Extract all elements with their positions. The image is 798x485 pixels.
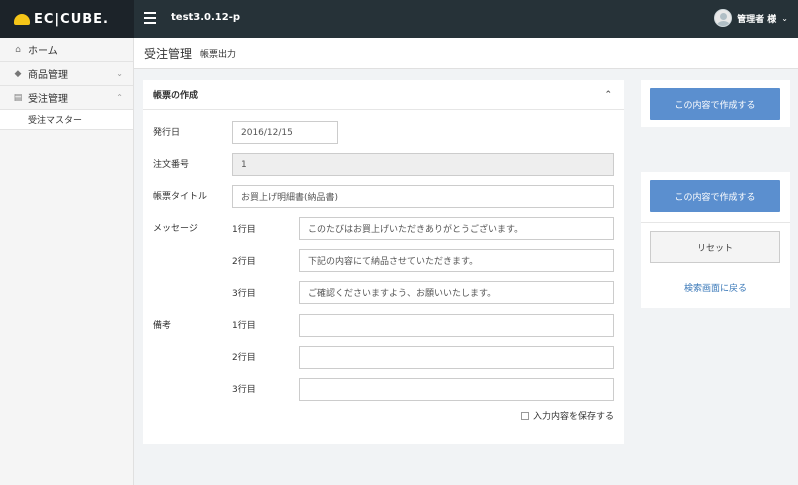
message-line2-label: 2行目 <box>232 257 256 267</box>
sidebar-item-products[interactable]: ◆ 商品管理 ⌄ <box>0 62 133 86</box>
save-input-option[interactable]: 入力内容を保存する <box>520 409 614 422</box>
sidebar-item-home[interactable]: ⌂ ホーム <box>0 38 133 62</box>
sidebar-item-label: 受注管理 <box>28 94 68 105</box>
create-button-top[interactable]: この内容で作成する <box>650 88 780 120</box>
doc-title-input[interactable]: お買上げ明細書(納品書) <box>232 185 614 208</box>
avatar-icon <box>714 9 733 27</box>
reset-button[interactable]: リセット <box>650 231 780 263</box>
chevron-down-icon: ⌄ <box>781 13 788 23</box>
sidebar-item-label: ホーム <box>28 46 58 57</box>
page-title: 受注管理 <box>144 46 193 61</box>
divider <box>641 222 790 223</box>
logo-mark-icon <box>14 13 30 25</box>
save-checkbox[interactable] <box>520 411 529 420</box>
sidebar-item-orders[interactable]: ▤ 受注管理 ⌃ <box>0 86 133 110</box>
top-header: EC|CUBE. test3.0.12-p 管理者 様 ⌄ <box>0 0 798 38</box>
tag-icon: ◆ <box>14 68 22 79</box>
message-label: メッセージ <box>153 224 198 234</box>
cart-icon: ▤ <box>13 92 23 103</box>
note-line2-label: 2行目 <box>232 353 256 363</box>
form-card: 帳票の作成 ⌃ 発行日 2016/12/15 注文番号 1 帳票タイトル お買上… <box>143 80 624 444</box>
card-title: 帳票の作成 <box>153 91 199 101</box>
doc-title-label: 帳票タイトル <box>153 192 208 202</box>
note-line3-input[interactable] <box>299 378 614 401</box>
message-line3-label: 3行目 <box>232 289 256 299</box>
chevron-up-icon: ⌃ <box>116 93 123 102</box>
message-line1-input[interactable]: このたびはお買上げいただきありがとうございます。 <box>299 217 614 240</box>
note-line1-input[interactable] <box>299 314 614 337</box>
action-panel-bottom: この内容で作成する リセット 検索画面に戻る <box>641 172 790 308</box>
back-to-search-link[interactable]: 検索画面に戻る <box>641 281 790 294</box>
logo-text: EC|CUBE. <box>34 11 109 27</box>
site-name[interactable]: test3.0.12-p <box>171 12 240 23</box>
message-line1-label: 1行目 <box>232 225 256 235</box>
note-line2-input[interactable] <box>299 346 614 369</box>
user-menu[interactable]: 管理者 様 ⌄ <box>714 9 788 27</box>
hamburger-icon[interactable] <box>144 12 156 24</box>
action-panel-top: この内容で作成する <box>641 80 790 127</box>
page-subtitle: 帳票出力 <box>200 49 237 60</box>
message-line2-input[interactable]: 下記の内容にて納品させていただきます。 <box>299 249 614 272</box>
note-line3-label: 3行目 <box>232 385 256 395</box>
page-heading: 受注管理 帳票出力 <box>134 38 798 69</box>
chevron-down-icon: ⌄ <box>116 69 123 78</box>
message-line3-input[interactable]: ご確認くださいますよう、お願いいたします。 <box>299 281 614 304</box>
user-name: 管理者 様 <box>737 14 777 25</box>
order-number-label: 注文番号 <box>153 160 190 170</box>
save-checkbox-label: 入力内容を保存する <box>532 412 614 422</box>
order-number-field: 1 <box>232 153 614 176</box>
issue-date-label: 発行日 <box>153 128 181 138</box>
home-icon: ⌂ <box>15 44 21 55</box>
card-header: 帳票の作成 ⌃ <box>143 80 624 110</box>
chevron-up-icon[interactable]: ⌃ <box>604 90 612 100</box>
note-line1-label: 1行目 <box>232 321 256 331</box>
logo[interactable]: EC|CUBE. <box>0 0 134 38</box>
note-label: 備考 <box>153 321 172 331</box>
create-button[interactable]: この内容で作成する <box>650 180 780 212</box>
sidebar-item-label: 商品管理 <box>28 70 68 81</box>
sidebar-subitem-order-master[interactable]: 受注マスター <box>0 110 133 130</box>
issue-date-input[interactable]: 2016/12/15 <box>232 121 338 144</box>
sidebar: ⌂ ホーム ◆ 商品管理 ⌄ ▤ 受注管理 ⌃ 受注マスター <box>0 38 134 485</box>
